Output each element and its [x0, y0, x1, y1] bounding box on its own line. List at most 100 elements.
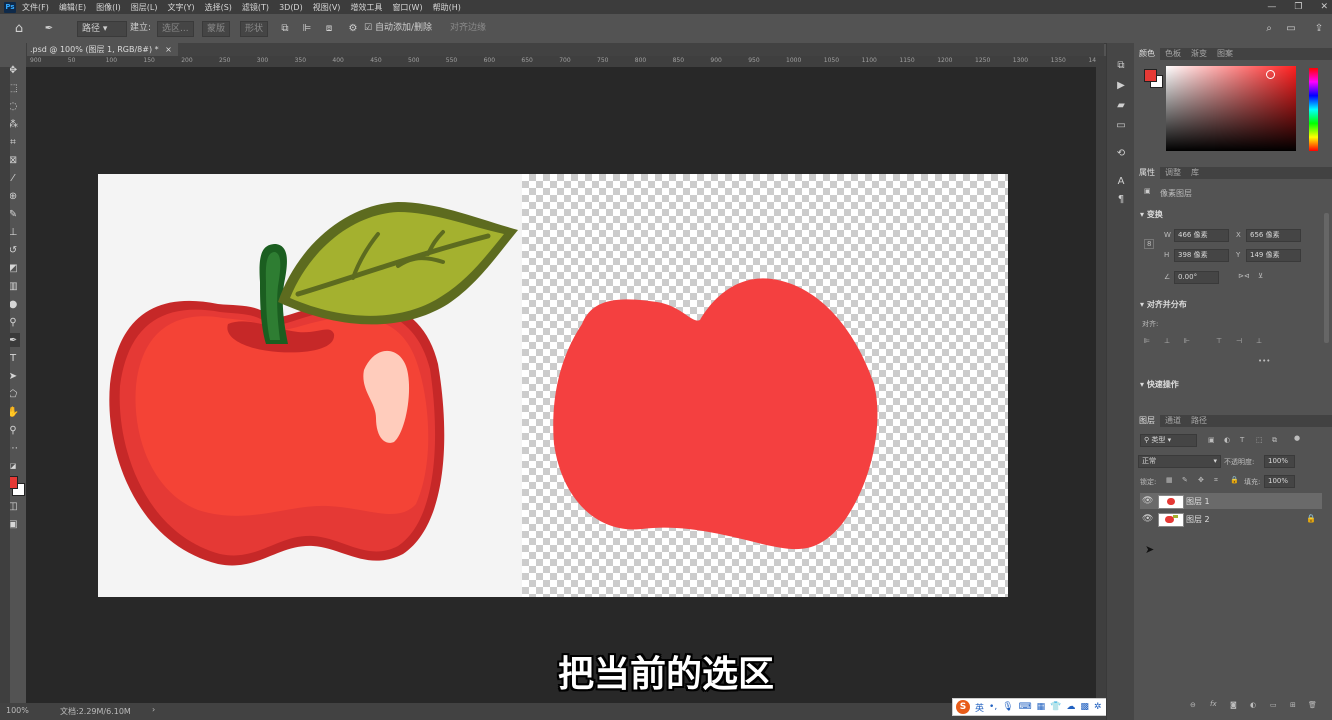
auto-add-delete-checkbox[interactable]: ☑ 自动添加/删除 [364, 21, 432, 35]
fx-icon[interactable]: fx [1210, 700, 1217, 708]
lock-artboard-icon[interactable]: ⌗ [1214, 476, 1218, 485]
tab-gradients[interactable]: 渐变 [1186, 48, 1212, 60]
quick-actions-section-title[interactable]: ▾ 快速操作 [1140, 379, 1179, 390]
link-layers-icon[interactable]: ⊖ [1190, 701, 1196, 709]
menu-select[interactable]: 选择(S) [205, 2, 232, 13]
selection-button[interactable]: 选区... [157, 21, 194, 37]
lock-position-icon[interactable]: ✥ [1198, 476, 1204, 484]
menu-3d[interactable]: 3D(D) [279, 3, 303, 12]
shape-button[interactable]: 形状 [240, 21, 269, 37]
menu-view[interactable]: 视图(V) [313, 2, 341, 13]
menu-help[interactable]: 帮助(H) [433, 2, 461, 13]
delete-layer-icon[interactable]: 🗑 [1308, 701, 1317, 709]
tab-channels[interactable]: 通道 [1160, 415, 1186, 427]
align-left-icon[interactable]: ⊫ [1144, 337, 1150, 345]
align-edges-checkbox[interactable]: 对齐边缘 [450, 21, 486, 35]
visibility-eye-icon[interactable]: 👁 [1142, 514, 1153, 524]
fill-field[interactable]: 100% [1264, 475, 1295, 488]
character-panel-icon[interactable]: A [1115, 175, 1127, 187]
ime-language[interactable]: 英 [975, 701, 984, 714]
document-tab[interactable]: .psd @ 100% (图层 1, RGB/8#) * × [24, 43, 178, 56]
zoom-level[interactable]: 100% [6, 706, 29, 715]
actions-play-icon[interactable]: ▶ [1115, 79, 1127, 91]
workspace-icon[interactable]: ▭ [1284, 21, 1298, 35]
properties-scrollbar[interactable] [1324, 213, 1329, 343]
pen-tool-icon[interactable]: ✒ [42, 21, 56, 35]
tab-layers[interactable]: 图层 [1134, 415, 1160, 427]
x-field[interactable]: 656 像素 [1246, 229, 1301, 242]
menu-edit[interactable]: 编辑(E) [59, 2, 86, 13]
paragraph-panel-icon[interactable]: ¶ [1115, 193, 1127, 205]
lock-all-icon[interactable]: 🔒 [1230, 476, 1239, 484]
keyboard-icon[interactable]: ⌨ [1019, 702, 1032, 712]
align-section-title[interactable]: ▾ 对齐并分布 [1140, 299, 1187, 310]
new-group-icon[interactable]: ▭ [1270, 701, 1277, 709]
adjustments-panel-icon[interactable]: ⟲ [1115, 147, 1127, 159]
menu-filter[interactable]: 滤镜(T) [242, 2, 269, 13]
cloud-icon[interactable]: ☁ [1066, 702, 1075, 712]
menu-plugins[interactable]: 增效工具 [350, 2, 382, 13]
filter-smart-icon[interactable]: ⧉ [1272, 436, 1277, 445]
add-mask-icon[interactable]: ◙ [1230, 701, 1237, 709]
filter-adjust-icon[interactable]: ◐ [1224, 436, 1230, 444]
angle-field[interactable]: 0.00° [1174, 271, 1219, 284]
color-field[interactable] [1166, 66, 1296, 151]
align-center-h-icon[interactable]: ⊥ [1164, 337, 1170, 345]
hue-slider[interactable] [1309, 68, 1318, 151]
close-icon[interactable]: ✕ [1320, 2, 1328, 12]
new-layer-icon[interactable]: ⊞ [1290, 701, 1296, 709]
lock-pixels-icon[interactable]: ✎ [1182, 476, 1188, 484]
gear-icon[interactable]: ⚙ [346, 21, 360, 35]
menu-type[interactable]: 文字(Y) [167, 2, 194, 13]
filter-shape-icon[interactable]: ⬚ [1256, 436, 1263, 444]
tab-paths[interactable]: 路径 [1186, 415, 1212, 427]
tab-libraries[interactable]: 库 [1186, 167, 1204, 179]
toolbox-grid-icon[interactable]: ▦ [1037, 702, 1046, 712]
width-field[interactable]: 466 像素 [1174, 229, 1229, 242]
path-alignment-icon[interactable]: ⊫ [300, 21, 314, 35]
skin-icon[interactable]: 👕 [1050, 702, 1061, 712]
glyphs-panel-icon[interactable]: ▰ [1115, 99, 1127, 111]
lock-transparency-icon[interactable]: ▦ [1166, 476, 1173, 484]
height-field[interactable]: 398 像素 [1174, 249, 1229, 262]
comments-panel-icon[interactable]: ▭ [1115, 119, 1127, 131]
menu-window[interactable]: 窗口(W) [392, 2, 422, 13]
color-picker-cursor[interactable] [1266, 70, 1275, 79]
align-top-icon[interactable]: ⊤ [1216, 337, 1222, 345]
layer-filter-select[interactable]: ⚲ 类型 ▾ [1140, 434, 1197, 447]
layer-row[interactable]: 👁 图层 2 🔒 [1140, 511, 1322, 527]
layer-name[interactable]: 图层 1 [1186, 496, 1210, 507]
ime-punctuation[interactable]: •, [989, 702, 997, 712]
transform-section-title[interactable]: ▾ 变换 [1140, 209, 1163, 220]
adjustment-layer-icon[interactable]: ◐ [1250, 701, 1256, 709]
mask-button[interactable]: 蒙版 [202, 21, 231, 37]
blend-mode-select[interactable]: 正常 ▾ [1138, 455, 1221, 468]
flip-vertical-icon[interactable]: ⊻ [1258, 272, 1263, 280]
flip-horizontal-icon[interactable]: ⊳⊲ [1238, 272, 1250, 280]
layer-row[interactable]: 👁 图层 1 [1140, 493, 1322, 509]
more-options-button[interactable]: ••• [1258, 357, 1270, 365]
path-arrangement-icon[interactable]: ⧈ [322, 21, 336, 35]
align-right-icon[interactable]: ⊩ [1184, 337, 1190, 345]
filter-toggle-icon[interactable]: ● [1294, 434, 1300, 442]
menu-image[interactable]: 图像(I) [96, 2, 121, 13]
opacity-field[interactable]: 100% [1264, 455, 1295, 468]
menu-file[interactable]: 文件(F) [22, 2, 49, 13]
restore-icon[interactable]: ❐ [1294, 2, 1302, 12]
layer-name[interactable]: 图层 2 [1186, 514, 1210, 525]
settings-icon[interactable]: ✲ [1094, 702, 1102, 712]
tab-patterns[interactable]: 图案 [1212, 48, 1238, 60]
document-tab-close-button[interactable]: × [165, 45, 172, 54]
home-icon[interactable]: ⌂ [12, 21, 26, 36]
apps-icon[interactable]: ▩ [1080, 702, 1089, 712]
canvas-vertical-scrollbar[interactable] [1096, 56, 1106, 703]
status-menu-arrow[interactable]: › [152, 705, 155, 714]
color-fg-swatch[interactable] [1144, 69, 1157, 82]
tab-swatches[interactable]: 色板 [1160, 48, 1186, 60]
align-middle-v-icon[interactable]: ⊣ [1236, 337, 1242, 345]
share-icon[interactable]: ⇪ [1312, 21, 1326, 35]
filter-type-icon[interactable]: T [1240, 436, 1244, 444]
sogou-logo-icon[interactable]: S [956, 700, 970, 714]
filter-pixel-icon[interactable]: ▣ [1208, 436, 1215, 444]
visibility-eye-icon[interactable]: 👁 [1142, 496, 1153, 506]
